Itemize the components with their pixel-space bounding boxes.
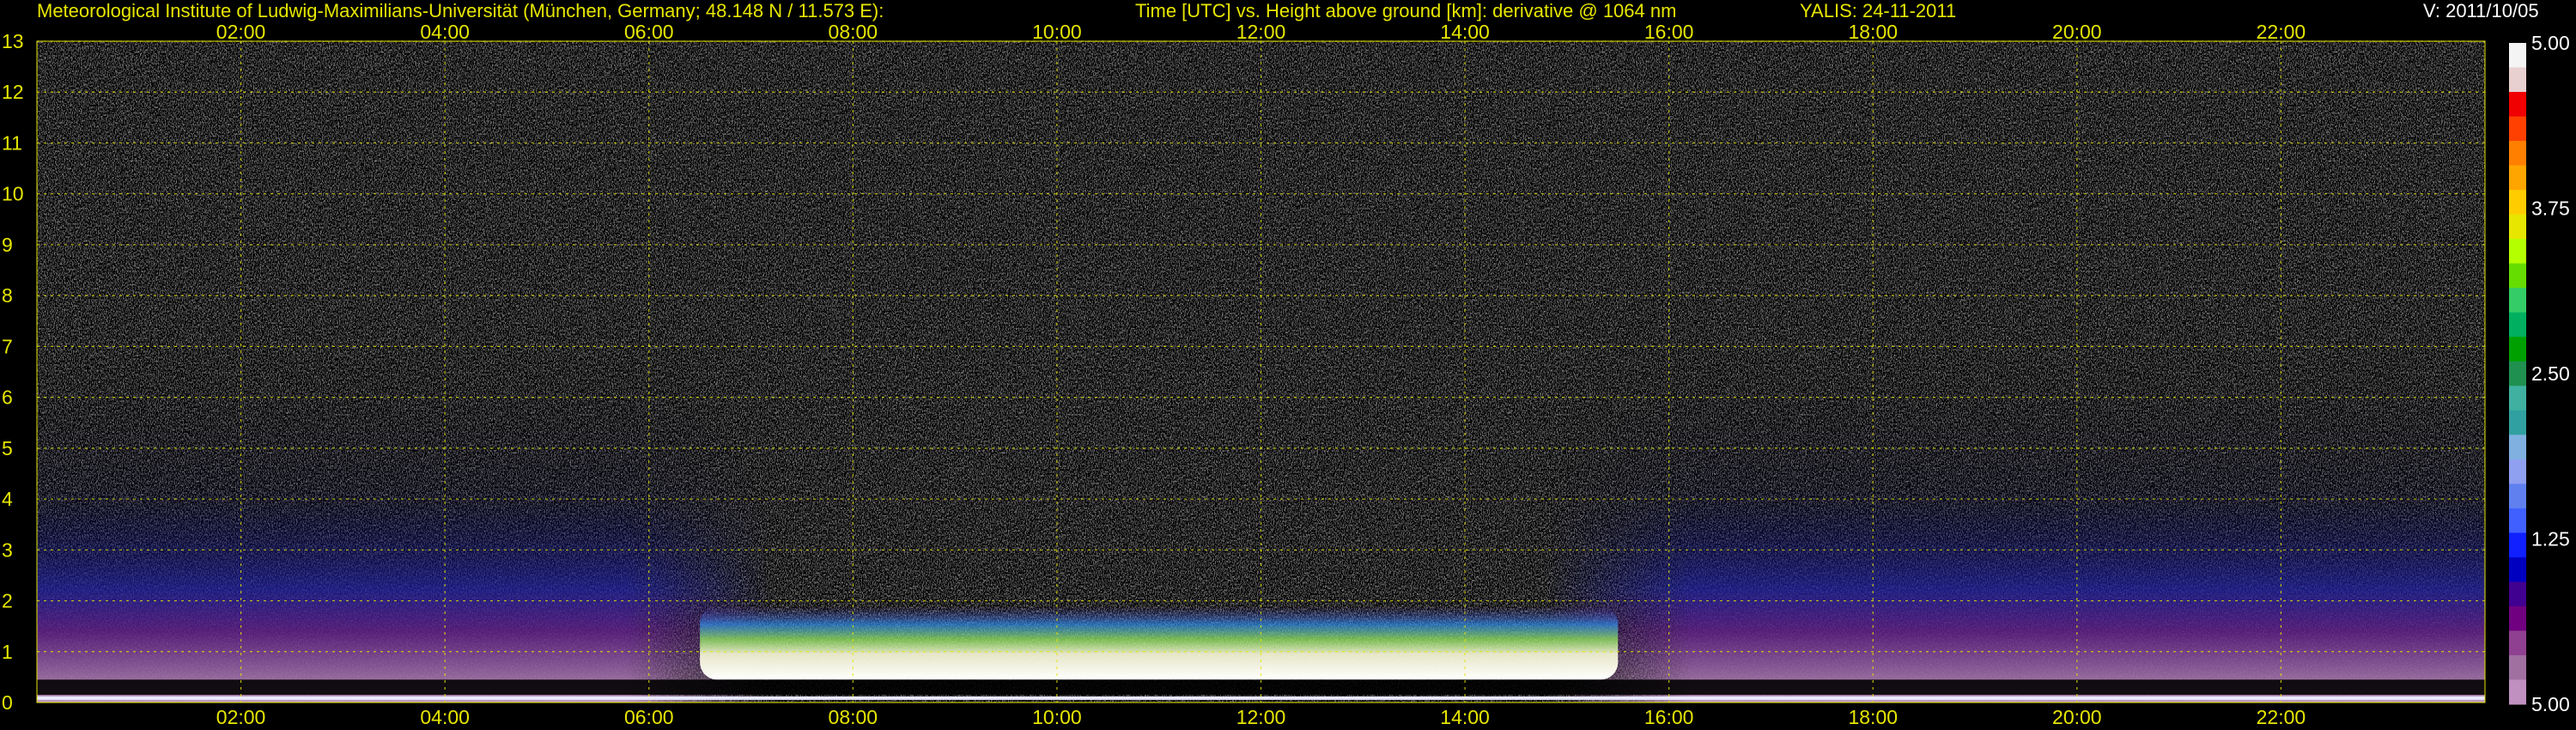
y-tick-label: 10 <box>2 183 24 205</box>
daytime-boundary-layer <box>700 605 1619 680</box>
colorbar-segment <box>2509 92 2526 118</box>
institute-title: Meteorological Institute of Ludwig-Maxim… <box>37 0 884 21</box>
y-tick-label: 8 <box>2 284 13 307</box>
y-tick-label: 7 <box>2 335 13 357</box>
colorbar-segment <box>2509 630 2526 656</box>
colorbar-label: 1.25 <box>2531 528 2570 551</box>
x-tick-label-top: 22:00 <box>2257 21 2306 43</box>
x-axis-top-labels: 02:00 04:00 06:00 08:00 10:00 12:00 14:00 16:00… <box>216 21 2306 43</box>
colorbar-segment <box>2509 263 2526 289</box>
y-tick-label: 3 <box>2 538 13 561</box>
x-tick-label-bottom: 10:00 <box>1032 706 1082 728</box>
y-tick-label: 12 <box>2 81 24 103</box>
x-tick-label-bottom: 18:00 <box>1848 706 1898 728</box>
colorbar-segment <box>2509 557 2526 582</box>
x-axis-bottom-labels: 02:00 04:00 06:00 08:00 10:00 12:00 14:00 16:00… <box>216 706 2306 728</box>
x-tick-label-top: 16:00 <box>1644 21 1694 43</box>
colorbar-segment <box>2509 410 2526 435</box>
colorbar-segment <box>2509 435 2526 460</box>
x-tick-label-top: 18:00 <box>1848 21 1898 43</box>
x-tick-label-bottom: 02:00 <box>216 706 266 728</box>
y-tick-label: 1 <box>2 641 13 663</box>
colorbar-segment <box>2509 484 2526 509</box>
y-tick-label: 2 <box>2 590 13 612</box>
y-tick-label: 5 <box>2 437 13 459</box>
x-tick-label-bottom: 06:00 <box>624 706 674 728</box>
x-tick-label-top: 08:00 <box>829 21 878 43</box>
y-tick-label: 11 <box>2 131 22 154</box>
instrument-date: YALIS: 24-11-2011 <box>1800 0 1957 21</box>
version-label: V: 2011/10/05 <box>2423 0 2539 21</box>
colorbar-segment <box>2509 165 2526 191</box>
y-tick-label: 13 <box>2 30 24 52</box>
x-tick-label-bottom: 16:00 <box>1644 706 1694 728</box>
chart-description: Time [UTC] vs. Height above ground [km]:… <box>1135 0 1677 21</box>
colorbar-segment <box>2509 141 2526 167</box>
colorbar-segment <box>2509 361 2526 386</box>
colorbar-label: 3.75 <box>2531 198 2570 220</box>
lidar-chart: 02:00 04:00 06:00 08:00 10:00 12:00 14:00 16:00… <box>2 21 2570 728</box>
colorbar-segment <box>2509 532 2526 558</box>
x-tick-label-bottom: 08:00 <box>829 706 878 728</box>
colorbar: 5.00 3.75 2.50 1.25 5.00 <box>2509 32 2570 715</box>
y-tick-label: 0 <box>2 691 13 714</box>
y-tick-label: 9 <box>2 234 13 256</box>
colorbar-segment <box>2509 581 2526 607</box>
y-tick-label: 4 <box>2 488 13 510</box>
colorbar-segment <box>2509 459 2526 484</box>
y-tick-label: 6 <box>2 386 13 409</box>
y-axis-labels: 012345678910111213 <box>2 30 24 714</box>
x-tick-label-top: 04:00 <box>420 21 470 43</box>
colorbar-segment <box>2509 190 2526 216</box>
colorbar-segment <box>2509 116 2526 142</box>
x-tick-label-bottom: 22:00 <box>2257 706 2306 728</box>
colorbar-segment <box>2509 43 2526 69</box>
x-tick-label-top: 02:00 <box>216 21 266 43</box>
ground-line <box>37 696 2485 700</box>
x-tick-label-top: 14:00 <box>1440 21 1490 43</box>
colorbar-segment <box>2509 508 2526 533</box>
colorbar-segment <box>2509 679 2526 705</box>
colorbar-segment <box>2509 605 2526 631</box>
colorbar-segment <box>2509 288 2526 313</box>
x-tick-label-top: 20:00 <box>2052 21 2102 43</box>
colorbar-segment <box>2509 214 2526 240</box>
colorbar-segment <box>2509 239 2526 265</box>
colorbar-segment <box>2509 337 2526 362</box>
x-tick-label-bottom: 14:00 <box>1440 706 1490 728</box>
x-tick-label-bottom: 04:00 <box>420 706 470 728</box>
x-tick-label-bottom: 20:00 <box>2052 706 2102 728</box>
x-tick-label-top: 10:00 <box>1032 21 1082 43</box>
colorbar-label: 2.50 <box>2531 362 2570 385</box>
colorbar-segment <box>2509 654 2526 680</box>
x-tick-label-bottom: 12:00 <box>1236 706 1286 728</box>
colorbar-label: 5.00 <box>2531 32 2570 54</box>
x-tick-label-top: 12:00 <box>1236 21 1286 43</box>
colorbar-segment <box>2509 312 2526 338</box>
x-tick-label-top: 06:00 <box>624 21 674 43</box>
colorbar-segment <box>2509 386 2526 411</box>
colorbar-segment <box>2509 67 2526 93</box>
colorbar-label: 5.00 <box>2531 693 2570 715</box>
